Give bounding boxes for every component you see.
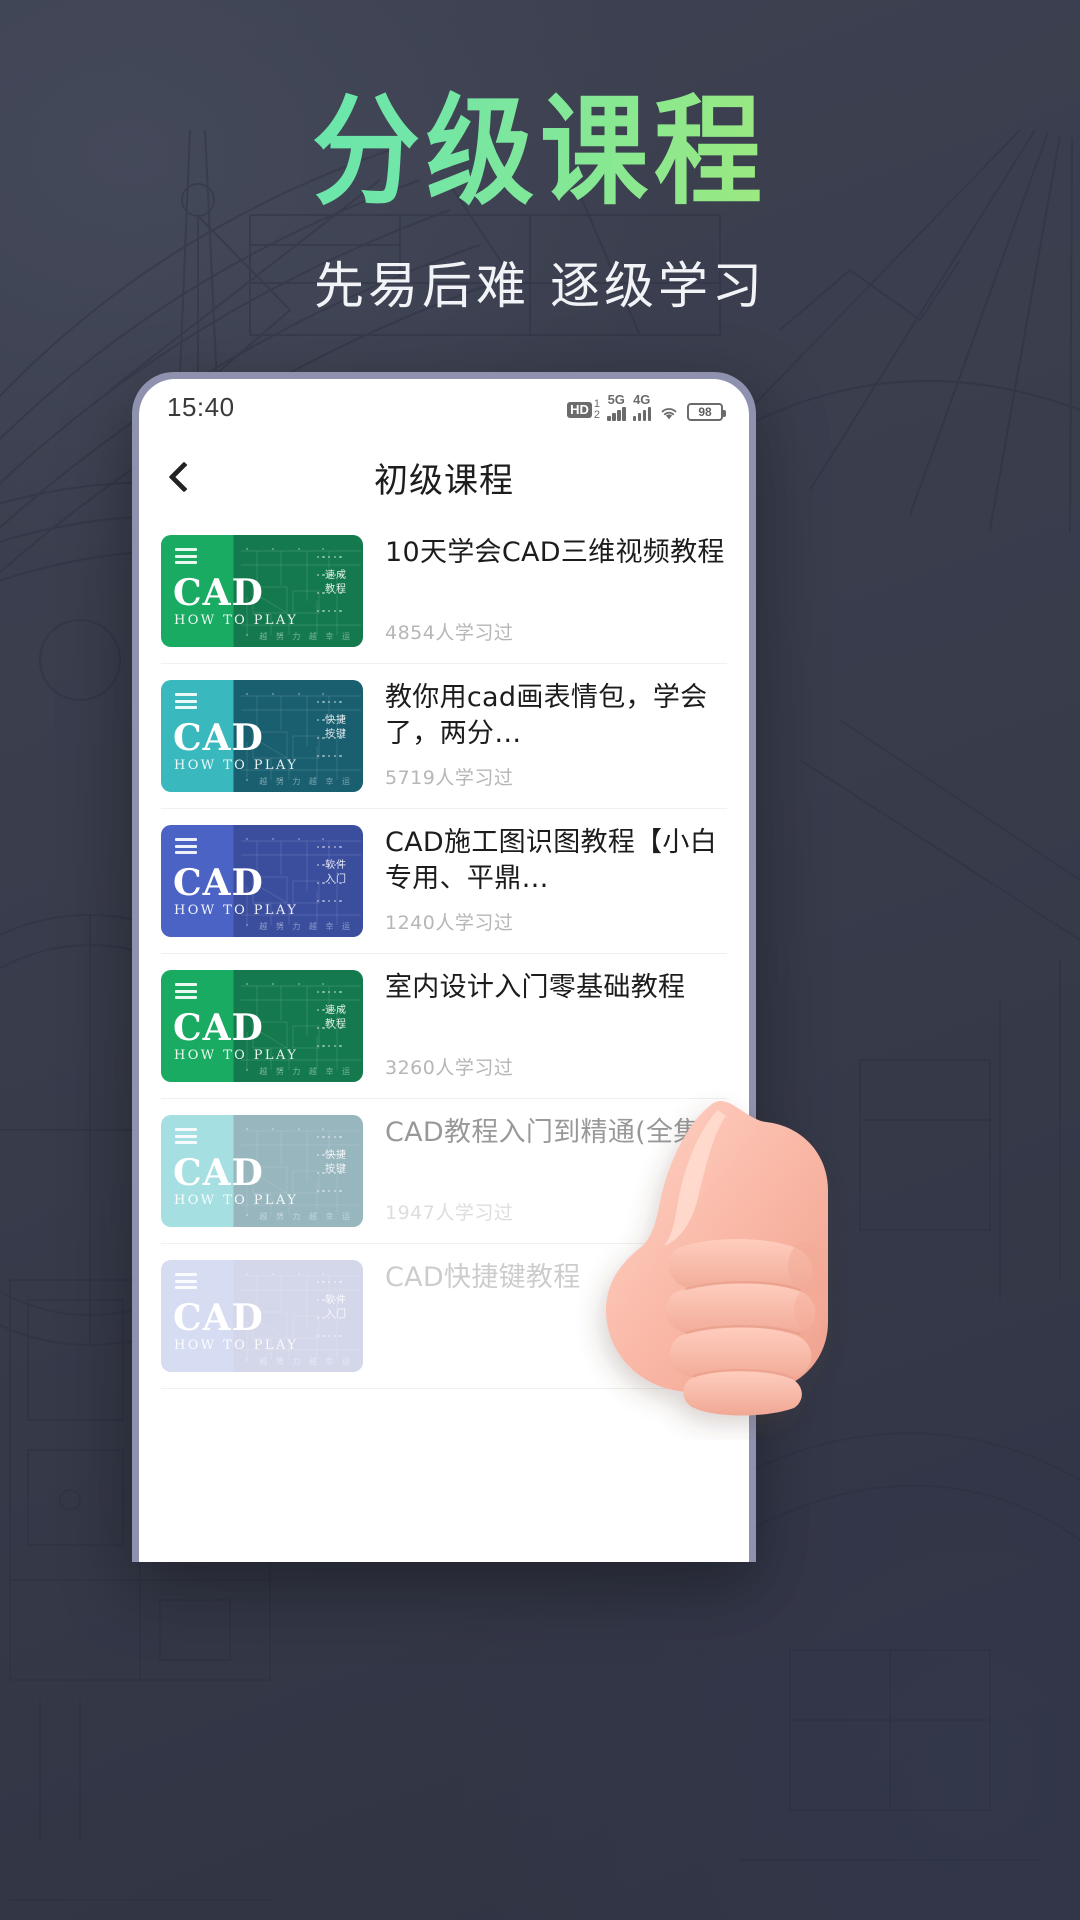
course-thumb-vertical-label: 速成 教程 — [325, 1004, 347, 1031]
course-title: 10天学会CAD三维视频教程 — [385, 537, 725, 568]
course-thumb-vlabel-top: 速成 — [325, 1005, 347, 1016]
course-thumbnail[interactable]: CAD HOW TO PLAY 速成 教程 越 努 力 越 幸 运 — [161, 535, 363, 647]
course-thumb-vertical-label: 速成 教程 — [325, 569, 347, 596]
signal-4g-icon: 4G — [632, 392, 651, 421]
course-info: CAD施工图识图教程【小白专用、平鼎… 1240人学习过 — [363, 825, 727, 937]
course-thumbnail[interactable]: CAD HOW TO PLAY 快捷 按键 越 努 力 越 幸 运 — [161, 1115, 363, 1227]
course-thumb-vlabel-top: 软件 — [325, 1295, 347, 1306]
battery-level: 98 — [698, 405, 712, 419]
course-thumb-vlabel-bottom: 按键 — [325, 728, 347, 740]
course-list-item[interactable]: CAD HOW TO PLAY 软件 入门 越 努 力 越 幸 运 CAD施工图… — [139, 809, 749, 937]
course-thumb-vlabel-top: 软件 — [325, 860, 347, 871]
course-thumb-footer: 越 努 力 越 幸 运 — [259, 1212, 353, 1221]
course-thumb-tagline: HOW TO PLAY — [174, 758, 299, 773]
net-4g-label: 4G — [633, 392, 651, 407]
course-thumb-vlabel-bottom: 入门 — [325, 873, 347, 885]
course-thumb-tagline: HOW TO PLAY — [174, 613, 299, 628]
course-info: 教你用cad画表情包，学会了，两分… 5719人学习过 — [363, 680, 727, 792]
course-thumb-brand: CAD — [173, 1007, 264, 1049]
course-title: 教你用cad画表情包，学会了，两分… — [385, 682, 708, 749]
course-thumb-tagline: HOW TO PLAY — [174, 903, 299, 918]
course-thumbnail[interactable]: CAD HOW TO PLAY 速成 教程 越 努 力 越 幸 运 — [161, 970, 363, 1082]
back-button[interactable] — [139, 461, 223, 493]
course-thumb-vlabel-bottom: 教程 — [325, 583, 347, 595]
status-time: 15:40 — [167, 391, 235, 422]
course-info: 室内设计入门零基础教程 3260人学习过 — [363, 970, 727, 1082]
course-thumb-vlabel-bottom: 教程 — [325, 1018, 347, 1030]
course-thumbnail[interactable]: CAD HOW TO PLAY 快捷 按键 越 努 力 越 幸 运 — [161, 680, 363, 792]
course-thumb-vertical-label: 软件 入门 — [325, 1294, 347, 1321]
hamburger-icon — [175, 983, 197, 1003]
course-learner-count: 4854人学习过 — [385, 622, 514, 644]
course-learner-count: 3260人学习过 — [385, 1057, 514, 1079]
battery-icon: 98 — [687, 403, 726, 421]
signal-bars-1 — [607, 407, 626, 421]
course-thumb-tagline: HOW TO PLAY — [174, 1048, 299, 1063]
net-5g-label: 5G — [607, 392, 625, 407]
hd-label: HD — [567, 401, 592, 419]
course-thumb-vertical-label: 快捷 按键 — [325, 714, 347, 741]
hd-sim-indicator: 1 2 — [594, 399, 600, 421]
course-thumb-footer: 越 努 力 越 幸 运 — [259, 1067, 353, 1076]
course-info: 10天学会CAD三维视频教程 4854人学习过 — [363, 535, 727, 647]
thumbs-up-hand-icon — [606, 1101, 828, 1416]
course-thumb-footer: 越 努 力 越 幸 运 — [259, 777, 353, 786]
course-learner-count: 1947人学习过 — [385, 1202, 514, 1224]
course-thumb-vertical-label: 快捷 按键 — [325, 1149, 347, 1176]
course-thumb-brand: CAD — [173, 1297, 264, 1339]
course-thumb-vlabel-top: 速成 — [325, 570, 347, 581]
hamburger-icon — [175, 548, 197, 568]
course-thumbnail[interactable]: CAD HOW TO PLAY 软件 入门 越 努 力 越 幸 运 — [161, 1260, 363, 1372]
hamburger-icon — [175, 693, 197, 713]
course-thumb-vlabel-bottom: 按键 — [325, 1163, 347, 1175]
hamburger-icon — [175, 1128, 197, 1148]
hd-sim-bottom: 2 — [593, 409, 600, 421]
course-thumb-brand: CAD — [173, 862, 264, 904]
course-thumb-vertical-label: 软件 入门 — [325, 859, 347, 886]
course-thumb-footer: 越 努 力 越 幸 运 — [259, 1357, 353, 1366]
signal-5g-icon: 5G — [607, 393, 626, 421]
course-title: 室内设计入门零基础教程 — [385, 972, 686, 1003]
course-thumb-brand: CAD — [173, 1152, 264, 1194]
course-learner-count: 1240人学习过 — [385, 912, 514, 934]
course-thumb-vlabel-top: 快捷 — [325, 1150, 347, 1161]
course-thumb-tagline: HOW TO PLAY — [174, 1338, 299, 1353]
page-title: 分级课程 — [0, 90, 1080, 215]
page-subtitle: 先易后难 逐级学习 — [314, 257, 766, 315]
course-thumb-tagline: HOW TO PLAY — [174, 1193, 299, 1208]
course-list-item[interactable]: CAD HOW TO PLAY 速成 教程 越 努 力 越 幸 运 室内设计入门… — [139, 954, 749, 1082]
volte-hd-icon: HD 1 2 — [567, 399, 600, 421]
course-thumb-brand: CAD — [173, 717, 264, 759]
wifi-icon — [658, 405, 680, 421]
course-title: CAD施工图识图教程【小白专用、平鼎… — [385, 827, 718, 894]
nav-title: 初级课程 — [374, 460, 514, 501]
hamburger-icon — [175, 838, 197, 858]
course-thumb-footer: 越 努 力 越 幸 运 — [259, 922, 353, 931]
course-thumb-brand: CAD — [173, 572, 264, 614]
course-learner-count: 5719人学习过 — [385, 767, 514, 789]
course-list-item[interactable]: CAD HOW TO PLAY 速成 教程 越 努 力 越 幸 运 10天学会C… — [139, 519, 749, 647]
chevron-left-icon — [168, 461, 200, 493]
course-thumb-vlabel-bottom: 入门 — [325, 1308, 347, 1320]
course-thumb-vlabel-top: 快捷 — [325, 715, 347, 726]
course-list-item[interactable]: CAD HOW TO PLAY 快捷 按键 越 努 力 越 幸 运 教你用cad… — [139, 664, 749, 792]
course-thumb-footer: 越 努 力 越 幸 运 — [259, 632, 353, 641]
app-nav-bar: 初级课程 — [139, 435, 749, 519]
status-icons: HD 1 2 5G 4G 98 — [567, 392, 726, 421]
signal-bars-2 — [632, 407, 651, 421]
course-thumbnail[interactable]: CAD HOW TO PLAY 软件 入门 越 努 力 越 幸 运 — [161, 825, 363, 937]
hamburger-icon — [175, 1273, 197, 1293]
status-bar: 15:40 HD 1 2 5G 4G 98 — [139, 379, 749, 435]
